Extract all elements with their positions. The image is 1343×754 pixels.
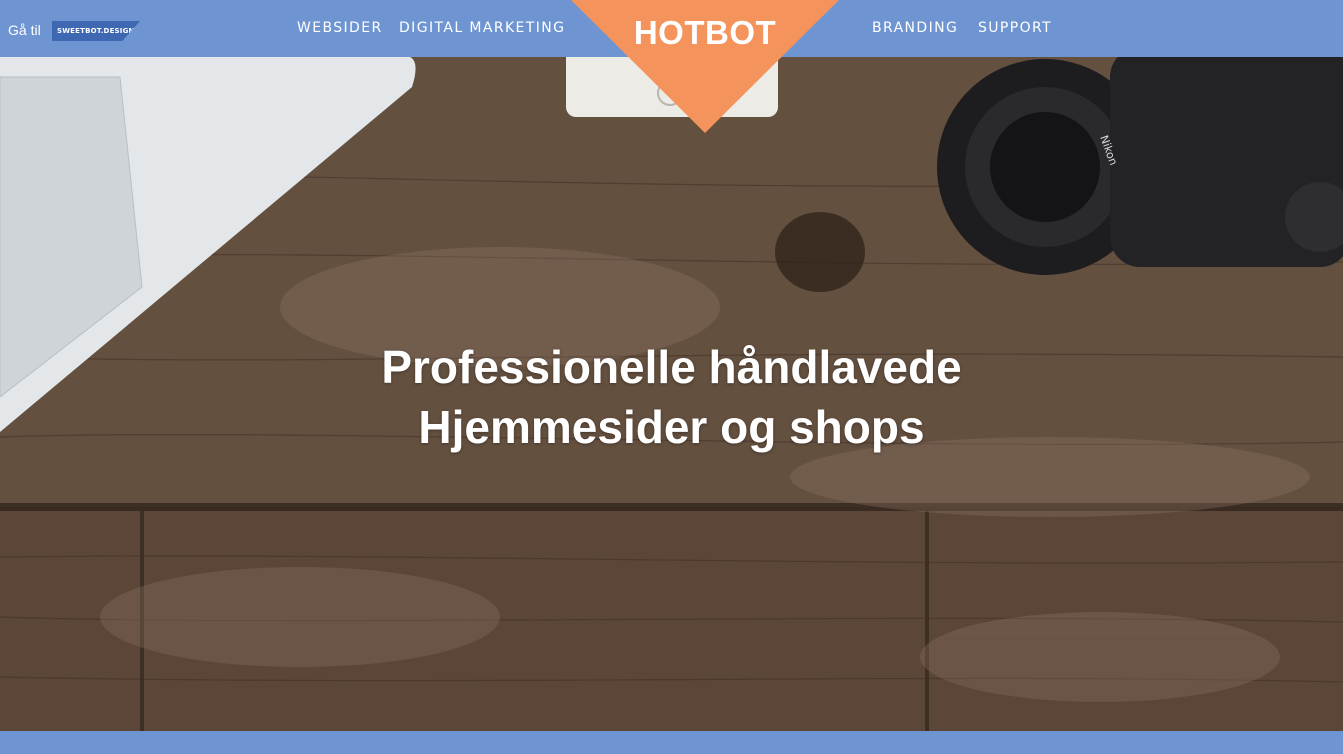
nav-support[interactable]: SUPPORT (978, 20, 1052, 36)
nav-websider[interactable]: WEBSIDER (297, 20, 383, 36)
hero-title: Professionelle håndlavede Hjemmesider og… (0, 337, 1343, 457)
hero-title-line-2: Hjemmesider og shops (418, 401, 925, 453)
goto-label: Gå til (8, 22, 41, 38)
hotbot-logo[interactable]: HOTBOT (571, 14, 839, 52)
hero-title-line-1: Professionelle håndlavede (381, 341, 962, 393)
nav-branding[interactable]: BRANDING (872, 20, 958, 36)
bottom-bar (0, 731, 1343, 754)
sweetbot-design-link[interactable]: SWEETBOT.DESIGN (52, 21, 140, 41)
hero-section: Nikon Professionelle håndlavede Hjemmesi… (0, 57, 1343, 731)
nav-digital-marketing[interactable]: DIGITAL MARKETING (399, 20, 565, 36)
